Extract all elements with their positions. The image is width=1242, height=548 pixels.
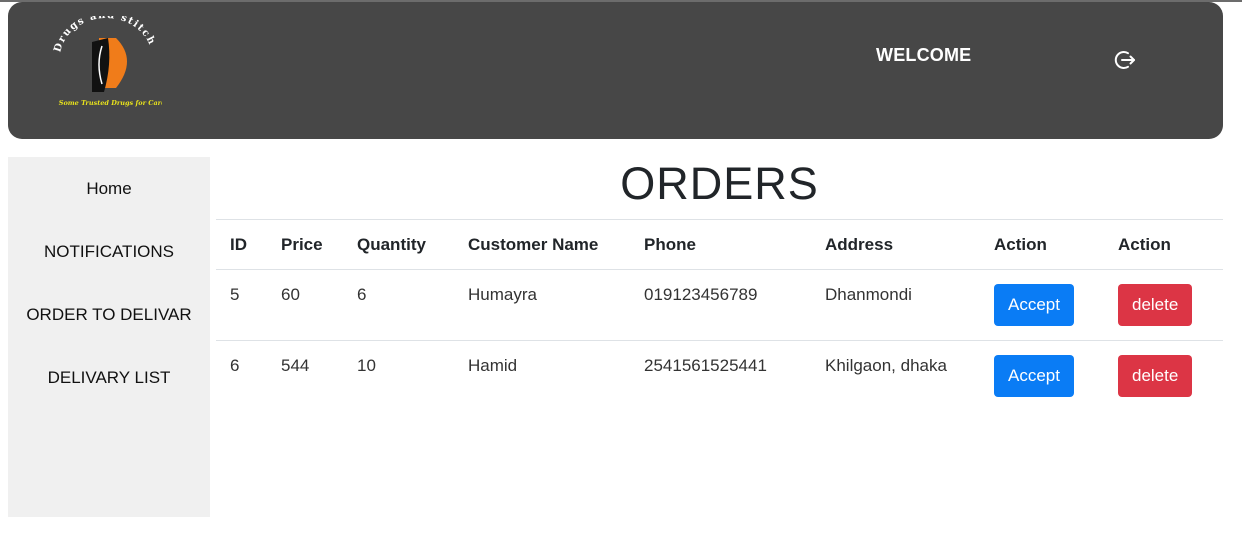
delete-button[interactable]: delete: [1118, 284, 1193, 326]
page-title: ORDERS: [620, 158, 819, 209]
cell-id: 6: [216, 340, 267, 412]
accept-button[interactable]: Accept: [994, 284, 1074, 326]
column-header-quantity: Quantity: [343, 219, 454, 270]
cell-delete-action: delete: [1104, 269, 1223, 341]
column-header-id: ID: [216, 219, 267, 270]
svg-text:Some Trusted Drugs for Care: Some Trusted Drugs for Care: [59, 99, 162, 107]
logout-icon[interactable]: [1113, 48, 1137, 72]
column-header-price: Price: [267, 219, 343, 270]
brand-logo[interactable]: Drugs and stitch Some Trusted Drugs for …: [52, 10, 165, 116]
cell-phone: 2541561525441: [630, 340, 811, 412]
cell-phone: 019123456789: [630, 269, 811, 341]
cell-address: Khilgaon, dhaka: [811, 340, 980, 412]
sidebar-item-home[interactable]: Home: [8, 179, 210, 199]
cell-price: 544: [267, 340, 343, 412]
cell-delete-action: delete: [1104, 340, 1223, 412]
sidebar-item-notifications[interactable]: NOTIFICATIONS: [8, 242, 210, 262]
sidebar: Home NOTIFICATIONS ORDER TO DELIVAR DELI…: [8, 157, 210, 517]
header-bar: Drugs and stitch Some Trusted Drugs for …: [8, 2, 1223, 139]
sidebar-item-delivary-list[interactable]: DELIVARY LIST: [8, 368, 210, 388]
accept-button[interactable]: Accept: [994, 355, 1074, 397]
delete-button[interactable]: delete: [1118, 355, 1193, 397]
sidebar-item-order-to-delivar[interactable]: ORDER TO DELIVAR: [8, 305, 210, 325]
cell-accept-action: Accept: [980, 269, 1104, 341]
cell-customer-name: Hamid: [454, 340, 630, 412]
cell-address: Dhanmondi: [811, 269, 980, 341]
table-row: 5 60 6 Humayra 019123456789 Dhanmondi Ac…: [216, 269, 1223, 341]
cell-customer-name: Humayra: [454, 269, 630, 341]
logo-graphic: Drugs and stitch Some Trusted Drugs for …: [52, 10, 165, 107]
orders-table: ID Price Quantity Customer Name Phone Ad…: [216, 219, 1223, 412]
table-row: 6 544 10 Hamid 2541561525441 Khilgaon, d…: [216, 340, 1223, 412]
cell-quantity: 6: [343, 269, 454, 341]
column-header-phone: Phone: [630, 219, 811, 270]
cell-id: 5: [216, 269, 267, 341]
cell-price: 60: [267, 269, 343, 341]
welcome-label: WELCOME: [876, 45, 972, 65]
column-header-action: Action: [1104, 219, 1223, 270]
column-header-address: Address: [811, 219, 980, 270]
column-header-customer-name: Customer Name: [454, 219, 630, 270]
cell-accept-action: Accept: [980, 340, 1104, 412]
table-header-row: ID Price Quantity Customer Name Phone Ad…: [216, 219, 1223, 270]
column-header-action: Action: [980, 219, 1104, 270]
cell-quantity: 10: [343, 340, 454, 412]
